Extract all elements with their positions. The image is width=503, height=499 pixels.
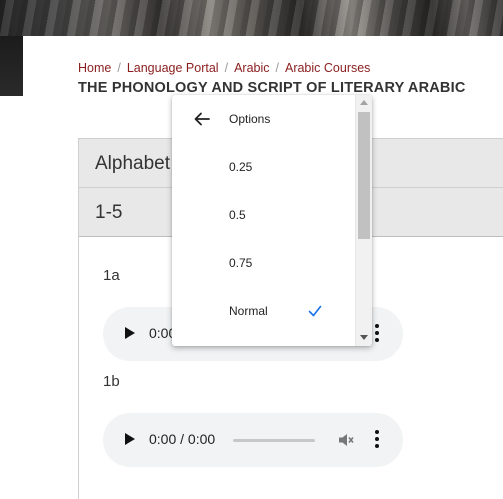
menu-back-label: Options <box>229 112 271 126</box>
scroll-down-arrow-icon[interactable] <box>360 335 368 340</box>
audio-time: 0:00 / 0:00 <box>149 431 216 447</box>
section-header-label: 1-5 <box>95 202 123 223</box>
speed-option-0-5[interactable]: 0.5 <box>172 191 355 239</box>
scrollbar-thumb[interactable] <box>358 112 370 239</box>
playback-speed-menu: Options 0.25 0.5 0.75 Normal <box>172 95 372 346</box>
banner-edge <box>0 36 23 96</box>
back-arrow-icon <box>194 112 210 126</box>
menu-scrollbar[interactable] <box>355 95 372 346</box>
item-label-1a: 1a <box>103 267 120 284</box>
speed-option-label: Normal <box>229 304 268 318</box>
speed-option-0-25[interactable]: 0.25 <box>172 143 355 191</box>
breadcrumb-language-portal[interactable]: Language Portal <box>127 61 219 75</box>
breadcrumb-arabic[interactable]: Arabic <box>234 61 269 75</box>
scroll-up-arrow-icon[interactable] <box>360 100 368 105</box>
speed-option-normal[interactable]: Normal <box>172 287 355 335</box>
breadcrumb-separator: / <box>117 61 121 75</box>
breadcrumb-separator: / <box>224 61 229 75</box>
breadcrumb-arabic-courses[interactable]: Arabic Courses <box>285 61 370 75</box>
speed-option-label: 0.25 <box>229 160 253 174</box>
breadcrumb-home[interactable]: Home <box>78 61 111 75</box>
play-icon[interactable] <box>125 433 135 445</box>
banner-image <box>0 0 503 36</box>
more-options-icon[interactable] <box>375 430 379 450</box>
speed-option-label: 0.5 <box>229 208 246 222</box>
play-icon[interactable] <box>125 327 135 339</box>
speed-option-label: 0.75 <box>229 256 253 270</box>
audio-progress-track[interactable] <box>233 439 315 442</box>
speed-option-0-75[interactable]: 0.75 <box>172 239 355 287</box>
volume-icon[interactable] <box>337 431 355 449</box>
checkmark-icon <box>308 305 322 317</box>
page-title: THE PHONOLOGY AND SCRIPT OF LITERARY ARA… <box>78 80 466 96</box>
menu-back-options[interactable]: Options <box>172 95 355 143</box>
audio-player-1b: 0:00 / 0:00 <box>103 413 403 467</box>
panel-header-label: Alphabet <box>95 153 171 174</box>
item-label-1b: 1b <box>103 373 120 390</box>
breadcrumb-separator: / <box>275 61 279 75</box>
more-options-icon[interactable] <box>375 324 379 344</box>
breadcrumb: Home / Language Portal / Arabic / Arabic Cours… <box>78 61 370 75</box>
